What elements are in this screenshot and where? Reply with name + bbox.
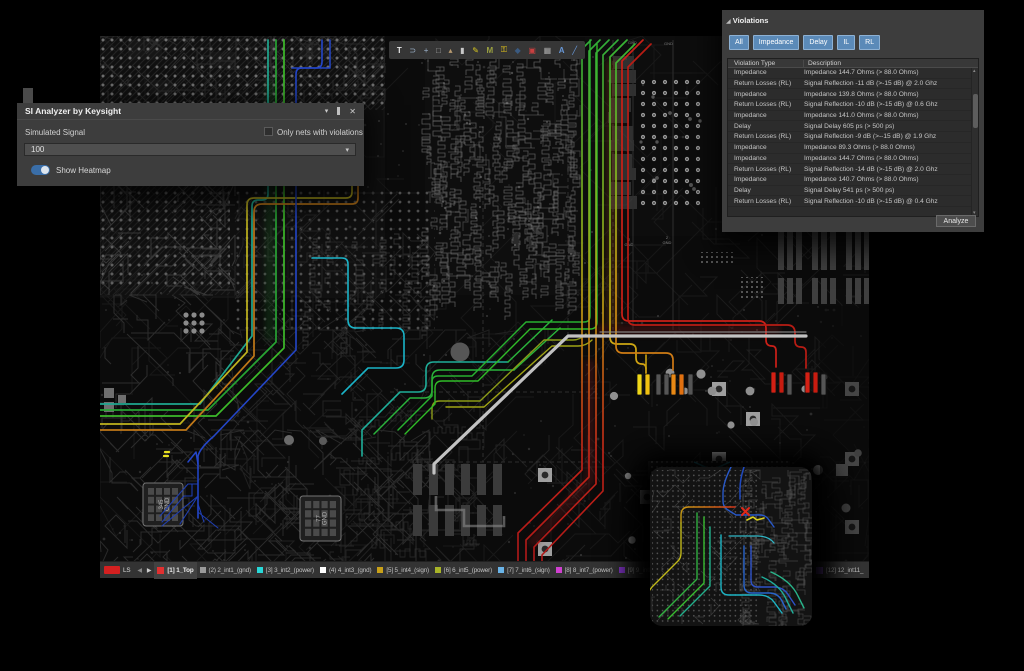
svg-text:GND: GND	[664, 41, 673, 46]
svg-text:GND: GND	[323, 511, 329, 525]
svg-text:GND: GND	[663, 240, 672, 245]
